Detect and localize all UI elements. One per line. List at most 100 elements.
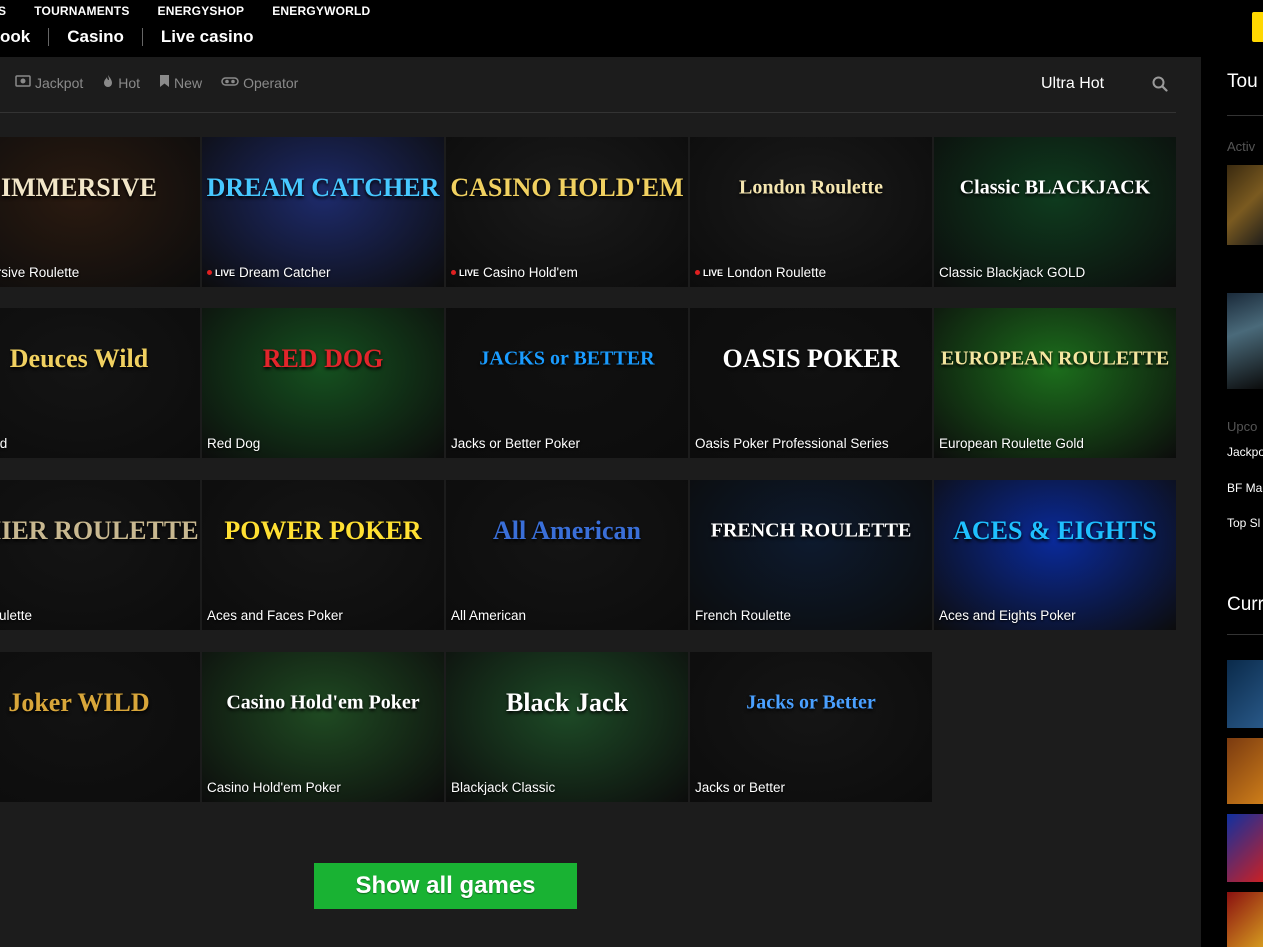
upcoming-tournament[interactable]: BF Ma — [1227, 481, 1262, 495]
game-tile[interactable]: POWER POKER Aces and Faces Poker — [202, 480, 444, 630]
search-icon[interactable] — [1152, 76, 1168, 92]
live-badge: LIVE — [695, 268, 723, 278]
game-logo: RED DOG — [262, 344, 384, 373]
game-caption: LIVE Dream Catcher — [207, 265, 331, 280]
filter-hot[interactable]: Hot — [102, 74, 140, 91]
selected-filter-label[interactable]: Ultra Hot — [1041, 75, 1104, 93]
game-name: Casino Hold'em — [483, 265, 578, 280]
nav-item-sportsbook[interactable]: ook — [0, 27, 30, 47]
game-caption: Blackjack Classic — [451, 780, 555, 795]
game-tile[interactable]: Casino Hold'em Poker Casino Hold'em Poker — [202, 652, 444, 802]
game-caption: LIVE Casino Hold'em — [451, 265, 578, 280]
game-logo: OASIS POKER — [722, 344, 900, 373]
game-tile[interactable]: ACES & EIGHTS Aces and Eights Poker — [934, 480, 1176, 630]
product-nav: ook Casino Live casino — [0, 27, 254, 47]
game-logo: Jacks or Better — [746, 691, 876, 714]
game-tile[interactable]: EUROPEAN ROULETTE European Roulette Gold — [934, 308, 1176, 458]
game-name: French Roulette — [695, 608, 792, 623]
game-logo: EUROPEAN ROULETTE — [940, 347, 1170, 370]
nav-divider — [141, 28, 143, 46]
game-caption: Oasis Poker Professional Series — [695, 436, 889, 451]
game-caption: Aces and Faces Poker — [207, 608, 343, 623]
live-badge: LIVE — [451, 268, 479, 278]
game-name: Classic Blackjack GOLD — [939, 265, 1086, 280]
category-filters: Jackpot Hot New Operator — [15, 74, 298, 91]
nav-divider — [48, 28, 50, 46]
current-title: Curr — [1227, 594, 1263, 615]
account-button[interactable] — [1252, 12, 1263, 42]
game-thumbnail[interactable] — [1227, 814, 1263, 882]
game-tile[interactable]: London Roulette LIVE London Roulette — [690, 137, 932, 287]
bookmark-icon — [159, 74, 170, 91]
game-tile[interactable]: JACKS or BETTER Jacks or Better Poker — [446, 308, 688, 458]
filter-label: Jackpot — [35, 74, 84, 91]
game-thumbnail — [0, 652, 200, 802]
game-tile[interactable]: Joker WILDWild — [0, 652, 200, 802]
live-label: LIVE — [703, 267, 724, 278]
filter-new[interactable]: New — [159, 74, 202, 91]
game-name: London Roulette — [727, 265, 827, 280]
game-tile[interactable]: CASINO HOLD'EM LIVE Casino Hold'em — [446, 137, 688, 287]
filter-label: New — [174, 74, 203, 91]
game-logo: FRENCH ROULETTE — [710, 519, 912, 542]
game-caption: ier Roulette — [0, 608, 32, 623]
nav-item-live-casino[interactable]: Live casino — [161, 27, 254, 47]
game-name: Oasis Poker Professional Series — [695, 436, 889, 451]
game-tile[interactable]: FRENCH ROULETTE French Roulette — [690, 480, 932, 630]
live-dot-icon — [451, 270, 456, 275]
game-thumbnail[interactable] — [1227, 738, 1263, 804]
filter-operator[interactable]: Operator — [221, 74, 298, 91]
game-tile[interactable]: EMIER ROULETTE ier Roulette — [0, 480, 200, 630]
game-name: ier Roulette — [0, 608, 33, 623]
game-tile[interactable]: IMMERSIVE Immersive Roulette — [0, 137, 200, 287]
game-logo: CASINO HOLD'EM — [450, 173, 684, 202]
game-tile[interactable]: OASIS POKER Oasis Poker Professional Seri… — [690, 308, 932, 458]
nav-item-s[interactable]: S — [0, 4, 6, 18]
upcoming-tournament[interactable]: Jackpo — [1227, 445, 1263, 459]
divider — [1227, 634, 1263, 635]
nav-item-casino[interactable]: Casino — [67, 27, 124, 47]
tournament-thumbnail[interactable] — [1227, 165, 1263, 245]
game-tile[interactable]: Deuces Wild es Wild — [0, 308, 200, 458]
filter-bar: Jackpot Hot New Operator Ultra Hot — [0, 57, 1176, 113]
upcoming-tournament[interactable]: Top Sl — [1227, 516, 1260, 530]
game-caption: European Roulette Gold — [939, 436, 1084, 451]
game-logo: POWER POKER — [224, 516, 422, 545]
games-panel: Jackpot Hot New Operator Ultra Hot IMMER… — [0, 57, 1201, 947]
game-logo: JACKS or BETTER — [479, 347, 655, 370]
game-thumbnail[interactable] — [1227, 660, 1263, 728]
game-tile[interactable]: Black Jack Blackjack Classic — [446, 652, 688, 802]
game-logo: All American — [492, 516, 642, 545]
upcoming-label: Upco — [1227, 419, 1258, 434]
show-all-games-button[interactable]: Show all games — [314, 863, 577, 909]
game-tile[interactable]: Jacks or Better Jacks or Better — [690, 652, 932, 802]
nav-item-energyworld[interactable]: ENERGYWORLD — [272, 4, 370, 18]
game-tile[interactable]: RED DOG Red Dog — [202, 308, 444, 458]
game-tile[interactable]: All American All American — [446, 480, 688, 630]
game-caption: Immersive Roulette — [0, 265, 79, 280]
game-caption: Casino Hold'em Poker — [207, 780, 341, 795]
game-name: Immersive Roulette — [0, 265, 80, 280]
divider — [1227, 115, 1263, 116]
game-thumbnail[interactable] — [1227, 892, 1263, 947]
filter-jackpot[interactable]: Jackpot — [15, 74, 83, 91]
game-name: Casino Hold'em Poker — [207, 780, 341, 795]
game-tile[interactable]: Classic BLACKJACK Classic Blackjack GOLD — [934, 137, 1176, 287]
live-dot-icon — [207, 270, 212, 275]
flame-icon — [102, 74, 114, 91]
game-logo: Deuces Wild — [9, 344, 149, 373]
game-logo: Casino Hold'em Poker — [226, 691, 420, 714]
game-caption: LIVE London Roulette — [695, 265, 826, 280]
game-name: Blackjack Classic — [451, 780, 556, 795]
game-logo: Black Jack — [505, 688, 629, 717]
game-tile[interactable]: DREAM CATCHER LIVE Dream Catcher — [202, 137, 444, 287]
sidebar-title: Tou — [1227, 71, 1258, 92]
game-name: Aces and Eights Poker — [939, 608, 1076, 623]
filter-label: Hot — [118, 74, 141, 91]
top-navigation: S TOURNAMENTS ENERGYSHOP ENERGYWORLD ook… — [0, 0, 1263, 57]
live-dot-icon — [695, 270, 700, 275]
game-caption: Jacks or Better Poker — [451, 436, 580, 451]
nav-item-energyshop[interactable]: ENERGYSHOP — [158, 4, 245, 18]
tournament-thumbnail[interactable] — [1227, 293, 1263, 389]
nav-item-tournaments[interactable]: TOURNAMENTS — [34, 4, 129, 18]
